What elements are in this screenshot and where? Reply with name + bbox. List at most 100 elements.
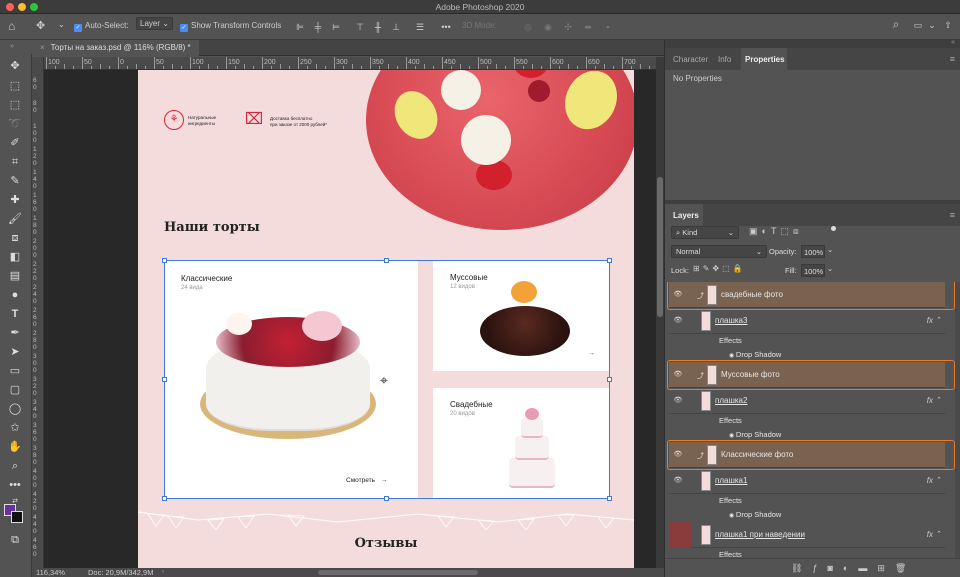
layer-fx-icon[interactable]: fx xyxy=(927,476,933,485)
share-icon[interactable]: ⇧ xyxy=(942,20,954,30)
layers-menu-icon[interactable]: ≡ xyxy=(950,210,955,220)
new-layer-icon[interactable]: ⊞ xyxy=(877,563,895,573)
transform-handle-r[interactable] xyxy=(607,377,612,382)
brush-tool-icon[interactable]: 🖌 xyxy=(6,211,24,227)
marquee-tool-icon[interactable]: ⬚ xyxy=(6,97,24,113)
vertical-scrollbar[interactable] xyxy=(656,57,664,569)
align-vcenter-icon[interactable]: ╫ xyxy=(372,22,384,32)
tab-layers[interactable]: Layers xyxy=(665,204,703,226)
clone-stamp-tool-icon[interactable]: ⧈ xyxy=(6,230,24,246)
custom-shape-tool-icon[interactable]: ✩ xyxy=(6,420,24,436)
transform-handle-br[interactable] xyxy=(607,496,612,501)
pen-tool-icon[interactable]: ✒ xyxy=(6,325,24,341)
more-tools-icon[interactable]: ••• xyxy=(6,477,24,493)
lasso-tool-icon[interactable]: ➰ xyxy=(6,116,24,132)
healing-brush-tool-icon[interactable]: ✚ xyxy=(6,192,24,208)
layer-row[interactable]: 👁 плашка1 fx ⌃ xyxy=(669,468,945,494)
blur-tool-icon[interactable]: ● xyxy=(6,287,24,303)
align-bottom-icon[interactable]: ⊥ xyxy=(390,22,402,32)
opacity-chevron-icon[interactable]: ⌄ xyxy=(827,245,837,258)
collapse-toolbar-icon[interactable]: » xyxy=(10,43,14,50)
tool-preset-chevron-icon[interactable]: ⌄ xyxy=(58,20,65,29)
fill-input[interactable]: 100% xyxy=(801,264,825,277)
more-options-icon[interactable]: ••• xyxy=(440,22,452,32)
vertical-scroll-thumb[interactable] xyxy=(657,177,663,317)
layers-scrollbar[interactable] xyxy=(955,282,960,558)
layer-name[interactable]: плашка3 xyxy=(715,316,747,325)
screen-mode-icon[interactable]: ⧉ xyxy=(6,532,24,548)
auto-select-checkbox[interactable]: ✓ Auto-Select: xyxy=(74,21,129,32)
visibility-eye-icon[interactable]: 👁 xyxy=(673,476,683,484)
reference-point-icon[interactable]: ⌖ xyxy=(380,372,388,389)
effect-visibility-icon[interactable]: ◉ xyxy=(729,353,736,359)
transform-handle-t[interactable] xyxy=(384,258,389,263)
gradient-tool-icon[interactable]: ▤ xyxy=(6,268,24,284)
visibility-eye-icon[interactable]: 👁 xyxy=(673,396,683,404)
canvas-pasteboard[interactable]: ⚘ Натуральные ингредиенты ⌧ Доставка бес… xyxy=(44,70,656,568)
layer-fx-icon[interactable]: fx xyxy=(927,530,933,539)
opacity-input[interactable]: 100% xyxy=(801,245,825,258)
transform-handle-bl[interactable] xyxy=(162,496,167,501)
fill-chevron-icon[interactable]: ⌄ xyxy=(827,264,837,277)
background-color-swatch[interactable] xyxy=(11,511,23,523)
align-left-icon[interactable]: ⊫ xyxy=(294,22,306,32)
layer-effects-row[interactable]: Effects xyxy=(669,334,945,348)
expand-effects-icon[interactable]: ⌃ xyxy=(936,316,942,324)
layer-row[interactable]: плашка1 при наведении fx ⌃ xyxy=(669,522,945,548)
rectangle-tool-icon[interactable]: ▭ xyxy=(6,363,24,379)
layer-effects-row[interactable]: Effects xyxy=(669,414,945,428)
align-top-icon[interactable]: ⊤ xyxy=(354,22,366,32)
distribute-icon[interactable]: ☰ xyxy=(414,22,426,32)
move-tool-icon[interactable]: ✥ xyxy=(36,19,45,32)
adjustment-layer-icon[interactable]: ◐ xyxy=(843,563,858,573)
eyedropper-tool-icon[interactable]: ✎ xyxy=(6,173,24,189)
layer-row[interactable]: 👁 плашка3 fx ⌃ xyxy=(669,308,945,334)
workspace-chevron-icon[interactable]: ⌄ xyxy=(926,20,938,30)
layer-name[interactable]: плашка1 при наведении xyxy=(715,530,805,539)
home-icon[interactable]: ⌂ xyxy=(8,19,15,33)
expand-effects-icon[interactable]: ⌃ xyxy=(936,476,942,484)
layer-row[interactable]: 👁 плашка2 fx ⌃ xyxy=(669,388,945,414)
add-mask-icon[interactable]: ◙ xyxy=(827,563,842,573)
crop-tool-icon[interactable]: ⌗ xyxy=(6,154,24,170)
ellipse-tool-icon[interactable]: ◯ xyxy=(6,401,24,417)
layer-name[interactable]: плашка2 xyxy=(715,396,747,405)
status-menu-chevron-icon[interactable]: › xyxy=(162,569,164,575)
effect-visibility-icon[interactable]: ◉ xyxy=(729,433,736,439)
layer-filter-icons[interactable]: ▣◐T⬚⧈ xyxy=(749,226,803,237)
artboard-tool-icon[interactable]: ⬚ xyxy=(6,78,24,94)
collapse-dock-icon[interactable]: « xyxy=(951,39,955,46)
visibility-off-cell[interactable] xyxy=(669,522,691,548)
search-icon[interactable]: ⌕ xyxy=(890,18,902,30)
layer-fx-icon[interactable]: fx xyxy=(927,316,933,325)
layers-footer-actions[interactable]: ⛓ƒ◙◐▬⊞🗑 xyxy=(791,563,916,574)
filter-toggle-icon[interactable] xyxy=(831,226,836,231)
zoom-tool-icon[interactable]: ⌕ xyxy=(6,458,24,474)
path-select-tool-icon[interactable]: ➤ xyxy=(6,344,24,360)
expand-effects-icon[interactable]: ⌃ xyxy=(936,530,942,538)
horizontal-scroll-thumb[interactable] xyxy=(318,570,478,575)
auto-select-dropdown[interactable]: Layer ⌄ xyxy=(136,17,173,30)
lock-icons[interactable]: ⊞✎✥⬚🔒 xyxy=(693,264,746,273)
expand-effects-icon[interactable]: ⌃ xyxy=(936,396,942,404)
close-tab-icon[interactable]: × xyxy=(40,43,45,52)
horizontal-ruler[interactable]: 2001501005005010015020025030035040045050… xyxy=(44,57,656,70)
blend-mode-dropdown[interactable]: Normal ⌄ xyxy=(671,245,767,258)
align-hcenter-icon[interactable]: ╪ xyxy=(312,22,324,32)
artboard[interactable]: ⚘ Натуральные ингредиенты ⌧ Доставка бес… xyxy=(138,70,634,568)
panel-menu-icon[interactable]: ≡ xyxy=(950,54,955,64)
new-group-icon[interactable]: ▬ xyxy=(858,563,877,573)
zoom-level[interactable]: 116,34% xyxy=(36,568,65,577)
visibility-eye-icon[interactable]: 👁 xyxy=(673,316,683,324)
transform-handle-l[interactable] xyxy=(162,377,167,382)
show-transform-checkbox[interactable]: ✓ Show Transform Controls xyxy=(180,21,281,32)
move-tool-icon[interactable]: ✥ xyxy=(6,58,24,74)
layer-name[interactable]: плашка1 xyxy=(715,476,747,485)
layer-fx-icon[interactable]: fx xyxy=(927,396,933,405)
tab-properties[interactable]: Properties xyxy=(741,48,787,70)
type-tool-icon[interactable]: T xyxy=(6,306,24,322)
transform-handle-b[interactable] xyxy=(384,496,389,501)
layer-effect-item[interactable]: ◉ Drop Shadow xyxy=(669,508,945,522)
add-style-icon[interactable]: ƒ xyxy=(812,563,827,573)
tab-character[interactable]: Character xyxy=(665,48,711,70)
